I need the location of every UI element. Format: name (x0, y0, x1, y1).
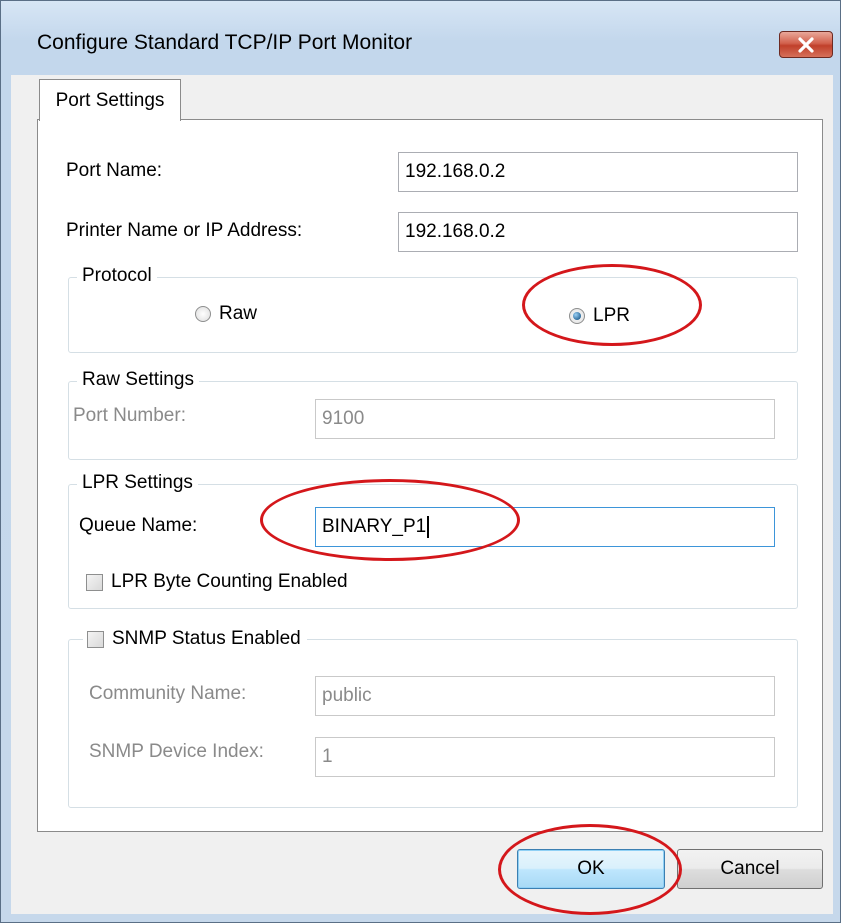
snmp-device-index-label: SNMP Device Index: (89, 741, 264, 762)
protocol-legend: Protocol (77, 265, 157, 287)
close-button[interactable] (779, 31, 833, 58)
lpr-byte-counting-checkbox[interactable]: LPR Byte Counting Enabled (86, 571, 348, 593)
snmp-group: SNMP Status Enabled Community Name: publ… (68, 628, 798, 808)
snmp-device-index-input[interactable]: 1 (315, 737, 775, 777)
radio-lpr-indicator[interactable] (569, 308, 585, 324)
port-number-label: Port Number: (73, 405, 186, 426)
lpr-settings-group: LPR Settings Queue Name: BINARY_P1 LPR B… (68, 472, 798, 609)
close-icon (798, 36, 814, 53)
printer-name-label: Printer Name or IP Address: (66, 220, 303, 241)
community-name-input[interactable]: public (315, 676, 775, 716)
printer-name-input[interactable]: 192.168.0.2 (398, 212, 798, 252)
window-title: Configure Standard TCP/IP Port Monitor (37, 31, 413, 54)
ok-button[interactable]: OK (517, 849, 665, 889)
cancel-button[interactable]: Cancel (677, 849, 823, 889)
raw-settings-legend: Raw Settings (77, 369, 199, 391)
queue-name-value: BINARY_P1 (322, 516, 427, 537)
port-number-input[interactable]: 9100 (315, 399, 775, 439)
radio-raw[interactable]: Raw (195, 303, 257, 325)
community-name-label: Community Name: (89, 683, 247, 704)
radio-raw-indicator[interactable] (195, 306, 211, 322)
dialog-window: Configure Standard TCP/IP Port Monitor P… (0, 0, 841, 923)
snmp-status-label: SNMP Status Enabled (112, 628, 301, 649)
port-name-label: Port Name: (66, 160, 163, 181)
queue-name-input[interactable]: BINARY_P1 (315, 507, 775, 547)
queue-name-label: Queue Name: (79, 515, 198, 536)
tab-panel-port-settings: Port Name: 192.168.0.2 Printer Name or I… (37, 119, 823, 832)
raw-settings-group: Raw Settings Port Number: 9100 (68, 369, 798, 460)
radio-lpr[interactable]: LPR (569, 305, 630, 327)
snmp-status-box[interactable] (87, 630, 104, 648)
port-name-input[interactable]: 192.168.0.2 (398, 152, 798, 192)
lpr-byte-counting-label: LPR Byte Counting Enabled (111, 571, 348, 592)
tab-bar: Port Settings (11, 75, 833, 121)
lpr-byte-counting-box[interactable] (86, 573, 103, 591)
text-caret (427, 516, 430, 538)
snmp-status-checkbox[interactable]: SNMP Status Enabled (83, 628, 307, 650)
lpr-settings-legend: LPR Settings (77, 472, 198, 494)
protocol-group: Protocol Raw LPR (68, 265, 798, 353)
radio-lpr-label: LPR (593, 305, 630, 326)
title-bar[interactable]: Configure Standard TCP/IP Port Monitor (1, 1, 841, 75)
dialog-client-area: Port Settings Port Name: 192.168.0.2 Pri… (11, 75, 833, 914)
radio-raw-label: Raw (219, 303, 258, 324)
tab-port-settings[interactable]: Port Settings (39, 79, 181, 121)
